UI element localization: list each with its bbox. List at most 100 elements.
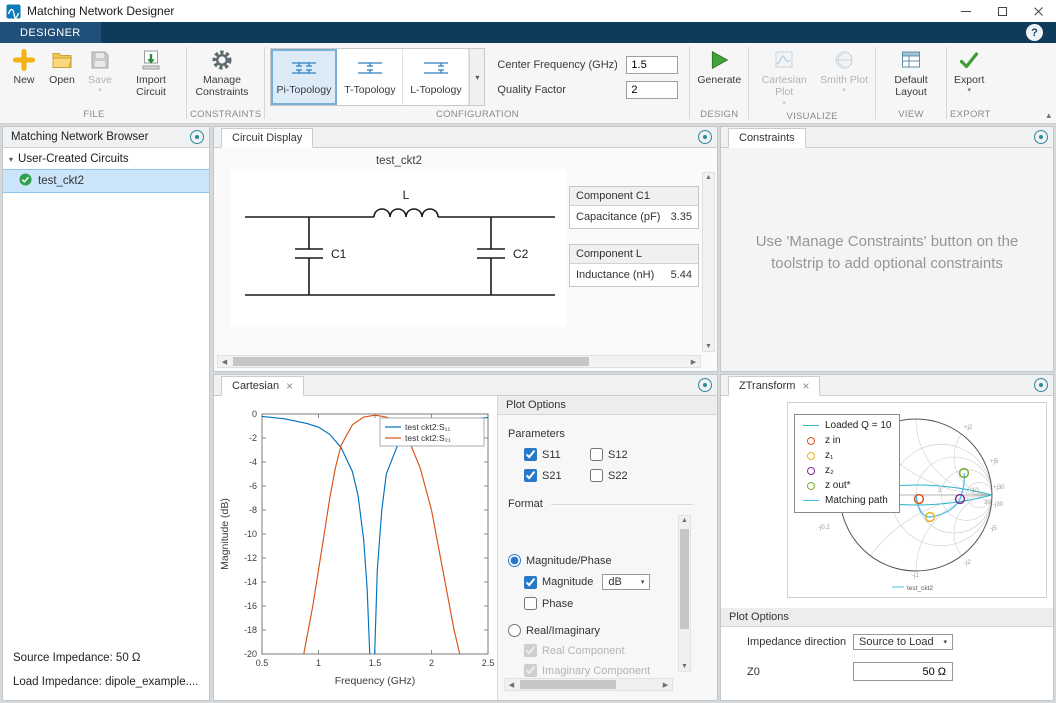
svg-text:0.5: 0.5 <box>256 658 269 668</box>
magnitude-phase-radio-input[interactable] <box>508 554 521 567</box>
open-button[interactable]: Open <box>43 44 81 87</box>
ztransform-tab-close-icon[interactable]: × <box>802 380 809 392</box>
svg-text:-8: -8 <box>249 505 257 515</box>
magnitude-checkbox[interactable]: Magnitude <box>524 575 593 589</box>
phase-checkbox-input[interactable] <box>524 597 537 610</box>
impedance-direction-label: Impedance direction <box>747 636 847 648</box>
options-horizontal-scrollbar[interactable]: ◀ ▶ <box>504 678 673 691</box>
s11-checkbox-input[interactable] <box>524 448 537 461</box>
cartesian-tab-label: Cartesian <box>232 380 280 392</box>
tab-cartesian[interactable]: Cartesian × <box>221 376 305 396</box>
circuit-horizontal-scrollbar[interactable]: ◀ ▶ <box>217 355 701 368</box>
options-vertical-scrollbar[interactable]: ▲ ▼ <box>678 515 691 672</box>
new-icon <box>11 48 37 72</box>
tab-circuit-display[interactable]: Circuit Display <box>221 128 314 148</box>
s22-checkbox[interactable]: S22 <box>590 469 656 482</box>
collapse-toolstrip-icon[interactable]: ▴ <box>1046 110 1051 121</box>
l-topology-button[interactable]: L-Topology <box>403 49 470 105</box>
t-topology-button[interactable]: T-Topology <box>337 49 404 105</box>
tab-designer[interactable]: DESIGNER <box>0 22 101 43</box>
scroll-down-icon[interactable]: ▼ <box>702 343 715 350</box>
impedance-direction-dropdown[interactable]: Source to Load ▾ <box>853 634 953 650</box>
minimize-button[interactable] <box>948 0 984 22</box>
export-button[interactable]: Export ▾ <box>950 44 988 97</box>
cartesian-tab-close-icon[interactable]: × <box>286 380 293 392</box>
imaginary-component-checkbox: Imaginary Component <box>524 664 650 677</box>
l-topology-icon <box>423 59 449 80</box>
circuit-vertical-scrollbar[interactable]: ▲ ▼ <box>702 172 715 352</box>
tree-item-test-ckt2[interactable]: test_ckt2 <box>3 169 209 193</box>
s21-checkbox-input[interactable] <box>524 469 537 482</box>
scroll-down-icon[interactable]: ▼ <box>679 663 690 670</box>
tab-ztransform[interactable]: ZTransform × <box>728 376 821 396</box>
scroll-up-icon[interactable]: ▲ <box>702 174 715 181</box>
magnitude-unit-dropdown[interactable]: dB ▾ <box>602 574 651 590</box>
real-imaginary-radio-input[interactable] <box>508 624 521 637</box>
legend-circle-icon <box>807 451 815 460</box>
cartesian-plot-button[interactable]: Cartesian Plot ▾ <box>752 44 816 110</box>
generate-button[interactable]: Generate <box>693 44 745 87</box>
magnitude-checkbox-input[interactable] <box>524 575 537 589</box>
quality-factor-input[interactable] <box>626 81 679 99</box>
real-component-checkbox: Real Component <box>524 644 625 657</box>
svg-text:-j2: -j2 <box>964 560 971 566</box>
constraints-panel-options-icon[interactable] <box>1034 130 1048 144</box>
phase-checkbox[interactable]: Phase <box>524 597 573 610</box>
default-layout-label: Default Layout <box>894 74 928 99</box>
new-button[interactable]: New <box>5 44 43 87</box>
smith-plot-button[interactable]: Smith Plot ▾ <box>816 44 872 97</box>
s12-checkbox-input[interactable] <box>590 448 603 461</box>
s21-checkbox[interactable]: S21 <box>524 469 590 482</box>
ztransform-panel-options-icon[interactable] <box>1034 378 1048 392</box>
scroll-right-icon[interactable]: ▶ <box>659 681 672 689</box>
browser-panel-options-icon[interactable] <box>190 130 204 144</box>
help-button[interactable]: ? <box>1026 24 1043 41</box>
cartesian-chart: 0.5 1 1.5 2 2.5 0 -2 -4 -6 -8 -10 -12 -14 -16 -18 -20 te… <box>219 409 494 687</box>
circuit-panel-options-icon[interactable] <box>698 130 712 144</box>
z0-input[interactable] <box>853 662 953 681</box>
scroll-left-icon[interactable]: ◀ <box>505 681 518 689</box>
close-button[interactable] <box>1020 0 1056 22</box>
component-c1-value[interactable]: 3.35 <box>671 211 692 223</box>
browser-panel-title: Matching Network Browser <box>11 131 149 143</box>
scroll-up-icon[interactable]: ▲ <box>679 517 690 524</box>
legend-line-icon <box>803 500 819 501</box>
chevron-down-icon: ▾ <box>943 639 947 646</box>
s12-checkbox[interactable]: S12 <box>590 448 656 461</box>
scroll-left-icon[interactable]: ◀ <box>218 358 231 366</box>
save-button[interactable]: Save ▾ <box>81 44 119 97</box>
manage-constraints-button[interactable]: Manage Constraints <box>190 44 254 100</box>
tab-constraints[interactable]: Constraints <box>728 128 806 148</box>
design-section-caption: DESIGN <box>700 109 739 120</box>
app-icon <box>6 4 21 19</box>
imaginary-component-checkbox-input <box>524 664 537 677</box>
scrollbar-thumb[interactable] <box>520 680 616 689</box>
constraints-tab-label: Constraints <box>739 132 795 144</box>
smith-plot-dropdown-icon: ▾ <box>842 87 846 95</box>
topology-gallery: Pi-Topology T-Topology L-Topology ▾ <box>270 48 486 106</box>
configuration-section-caption: CONFIGURATION <box>435 109 519 120</box>
pi-topology-button[interactable]: Pi-Topology <box>271 49 338 105</box>
zt-plot-options-header: Plot Options <box>721 608 1053 627</box>
center-frequency-input[interactable] <box>626 56 679 74</box>
legend-item-label: z₁ <box>825 450 834 461</box>
scroll-right-icon[interactable]: ▶ <box>687 358 700 366</box>
component-l-value[interactable]: 5.44 <box>671 269 692 281</box>
chevron-down-icon: ▾ <box>640 579 645 586</box>
default-layout-button[interactable]: Default Layout <box>879 44 943 100</box>
tab-strip: DESIGNER ? <box>0 22 1056 43</box>
export-check-icon <box>956 48 982 72</box>
chevron-down-icon: ▾ <box>475 72 480 82</box>
import-circuit-button[interactable]: Import Circuit <box>119 44 183 100</box>
maximize-button[interactable] <box>984 0 1020 22</box>
s22-checkbox-input[interactable] <box>590 469 603 482</box>
visualize-section-caption: VISUALIZE <box>786 110 838 122</box>
t-topology-icon <box>357 59 383 80</box>
scrollbar-thumb[interactable] <box>233 357 589 366</box>
s11-checkbox[interactable]: S11 <box>524 448 590 461</box>
topology-gallery-dropdown[interactable]: ▾ <box>469 49 485 105</box>
toolstrip: New Open Save ▾ Import Circuit FILE Mana… <box>0 43 1056 124</box>
scrollbar-thumb[interactable] <box>680 529 689 629</box>
tree-group-user-created-circuits[interactable]: ▾ User-Created Circuits <box>3 148 209 169</box>
cartesian-panel-options-icon[interactable] <box>698 378 712 392</box>
